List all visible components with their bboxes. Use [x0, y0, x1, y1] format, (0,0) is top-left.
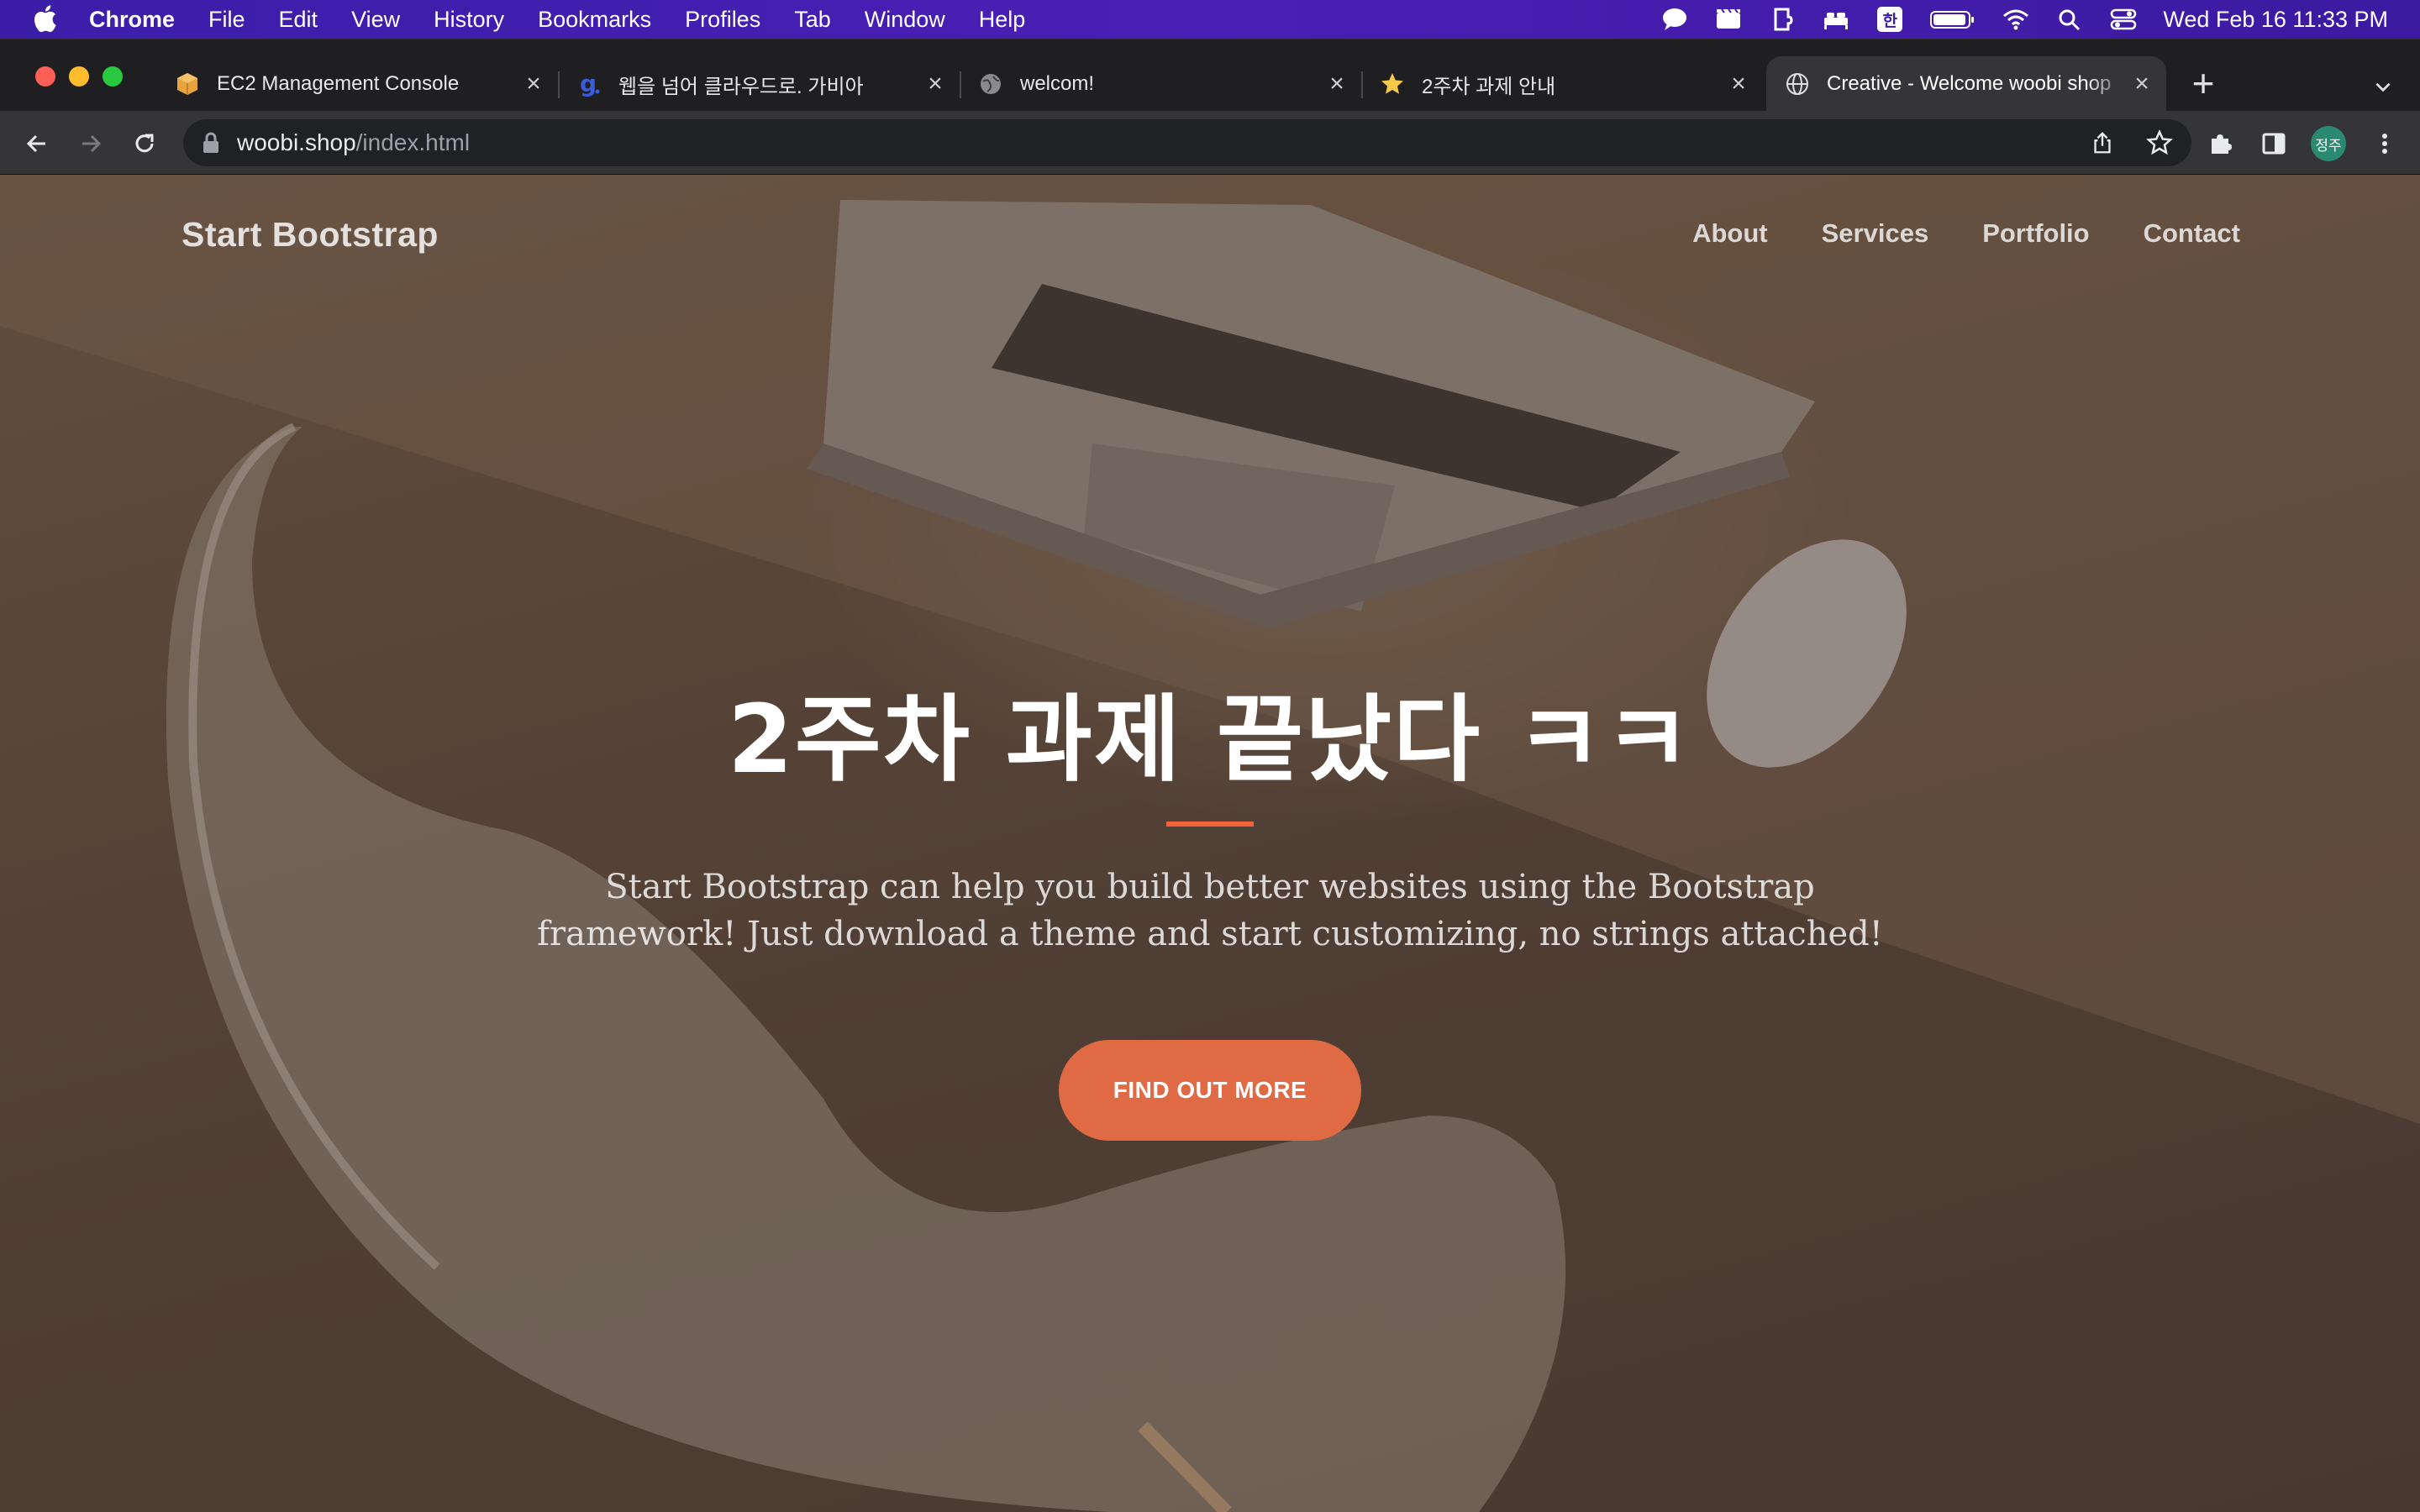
globe-icon — [978, 71, 1003, 97]
bed-icon[interactable] — [1822, 7, 1850, 32]
tab-creative-welcome[interactable]: Creative - Welcome woobi shop × — [1766, 56, 2166, 112]
address-bar[interactable]: woobi.shop/index.html — [183, 119, 2191, 166]
menu-profiles[interactable]: Profiles — [685, 7, 760, 33]
wifi-icon[interactable] — [2002, 7, 2030, 32]
menu-file[interactable]: File — [208, 7, 245, 33]
menu-window[interactable]: Window — [865, 7, 945, 33]
nav-link-about[interactable]: About — [1692, 218, 1768, 249]
tab-title: 2주차 과제 안내 — [1422, 75, 1556, 98]
profile-avatar[interactable]: 정주 — [2311, 126, 2346, 161]
nav-link-services[interactable]: Services — [1822, 218, 1929, 249]
menu-app-chrome[interactable]: Chrome — [89, 7, 175, 33]
url-text[interactable]: woobi.shop/index.html — [237, 129, 470, 156]
browser-toolbar: woobi.shop/index.html 정주 — [0, 111, 2420, 175]
reload-icon[interactable] — [128, 127, 161, 160]
aws-cube-icon — [175, 71, 200, 97]
menu-help[interactable]: Help — [979, 7, 1026, 33]
tab-close-icon[interactable]: × — [1726, 70, 1751, 97]
extension-cube-icon[interactable] — [1768, 7, 1797, 32]
control-center-icon[interactable] — [2109, 7, 2138, 32]
tab-assignment-guide[interactable]: 2주차 과제 안내 × — [1361, 56, 1763, 112]
tab-close-icon[interactable]: × — [2129, 70, 2154, 97]
extensions-puzzle-icon[interactable] — [2203, 127, 2237, 160]
url-host: woobi.shop — [237, 129, 356, 155]
apple-logo-icon[interactable] — [32, 4, 57, 33]
url-path: /index.html — [355, 129, 471, 155]
navbar-brand[interactable]: Start Bootstrap — [182, 215, 439, 255]
tab-close-icon[interactable]: × — [1324, 70, 1349, 97]
tab-ec2-console[interactable]: EC2 Management Console × — [156, 56, 560, 112]
browser-tab-strip: EC2 Management Console × g 웹을 넘어 클라우드로. … — [0, 39, 2420, 112]
spotlight-search-icon[interactable] — [2055, 7, 2084, 32]
kebab-menu-icon[interactable] — [2368, 127, 2402, 160]
back-arrow-icon[interactable] — [20, 127, 54, 160]
svg-text:g: g — [580, 71, 597, 97]
menubar-clock[interactable]: Wed Feb 16 11:33 PM — [2163, 7, 2388, 33]
nav-link-contact[interactable]: Contact — [2144, 218, 2240, 249]
window-close-button[interactable] — [35, 66, 55, 87]
page-viewport[interactable]: Start Bootstrap About Services Portfolio… — [0, 175, 2420, 1512]
find-out-more-button[interactable]: FIND OUT MORE — [1059, 1040, 1361, 1141]
tab-title: welcom! — [1020, 72, 1095, 95]
window-zoom-button[interactable] — [103, 66, 123, 87]
input-method-label: 한 — [1877, 7, 1903, 32]
clapper-icon[interactable] — [1714, 7, 1743, 32]
menu-edit[interactable]: Edit — [279, 7, 318, 33]
messages-icon[interactable] — [1660, 7, 1689, 32]
macos-menu-bar: Chrome File Edit View History Bookmarks … — [0, 0, 2420, 39]
menu-bookmarks[interactable]: Bookmarks — [538, 7, 651, 33]
bookmark-star-icon[interactable] — [2143, 126, 2176, 160]
star-icon — [1380, 71, 1405, 97]
hero-title: 2주차 과제 끝났다 ㅋㅋ — [727, 685, 1693, 795]
lock-icon[interactable] — [202, 132, 220, 154]
new-tab-button[interactable]: + — [2185, 64, 2222, 103]
battery-icon[interactable] — [1929, 7, 1976, 32]
menu-view[interactable]: View — [351, 7, 400, 33]
tab-search-chevron-icon[interactable] — [2366, 70, 2400, 103]
navbar-links: About Services Portfolio Contact — [1639, 218, 2240, 249]
tab-title: Creative - Welcome woobi shop — [1827, 72, 2112, 95]
hero-overlay — [0, 175, 2420, 1512]
menu-tab[interactable]: Tab — [794, 7, 831, 33]
tab-welcom[interactable]: welcom! × — [960, 56, 1363, 112]
hero-divider — [1166, 822, 1254, 827]
tab-title: EC2 Management Console — [217, 72, 460, 95]
gabia-icon: g — [576, 71, 602, 97]
forward-arrow-icon[interactable] — [74, 127, 108, 160]
tab-close-icon[interactable]: × — [521, 70, 546, 97]
window-minimize-button[interactable] — [69, 66, 89, 87]
tab-gabia[interactable]: g 웹을 넘어 클라우드로. 가비아 × — [558, 56, 961, 112]
globe-icon — [1785, 71, 1810, 97]
input-method-icon[interactable]: 한 — [1876, 7, 1904, 32]
tab-title: 웹을 넘어 클라우드로. 가비아 — [618, 75, 864, 98]
share-icon[interactable] — [2086, 126, 2119, 160]
side-panel-icon[interactable] — [2257, 127, 2291, 160]
menu-history[interactable]: History — [434, 7, 504, 33]
tab-close-icon[interactable]: × — [923, 70, 948, 97]
hero-lead-text: Start Bootstrap can help you build bette… — [537, 868, 1883, 953]
nav-link-portfolio[interactable]: Portfolio — [1982, 218, 2089, 249]
